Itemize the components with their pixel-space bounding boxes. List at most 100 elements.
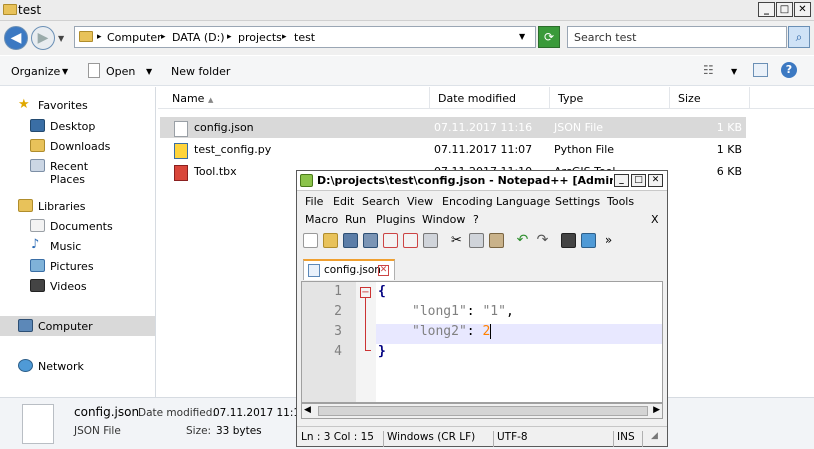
menu-close-document[interactable]: X [651,213,659,226]
file-row-test-config-py[interactable]: test_config.py 07.11.2017 11:07 Python F… [160,139,746,160]
breadcrumb-test[interactable]: test [294,31,315,44]
recent-pages-dropdown-icon[interactable]: ▼ [58,34,64,43]
menu-tools[interactable]: Tools [607,195,634,208]
help-icon[interactable]: ? [781,62,797,78]
code-editor[interactable]: 1 2 3 4 − { "long1": "1", "long2": 2 } [301,281,663,403]
np-maximize-button[interactable]: □ [631,174,646,187]
sort-ascending-icon: ▲ [207,96,214,104]
breadcrumb-drive[interactable]: DATA (D:) [172,31,225,44]
menu-window[interactable]: Window [422,213,465,226]
breadcrumb-separator-icon: ▸ [282,32,287,42]
scroll-left-icon[interactable]: ◀ [304,405,311,415]
json-colon: : [466,304,483,319]
text-cursor [490,324,492,339]
fold-collapse-icon[interactable]: − [360,287,371,298]
close-all-icon[interactable] [403,233,418,248]
breadcrumb-computer[interactable]: Computer [107,31,162,44]
breadcrumb-separator-icon: ▸ [97,32,102,42]
save-icon[interactable] [343,233,358,248]
file-type: Python File [554,143,615,156]
breadcrumb-projects[interactable]: projects [238,31,282,44]
file-size: 1 KB [716,121,742,134]
menu-language[interactable]: Language [496,195,550,208]
file-row-config-json[interactable]: config.json 07.11.2017 11:16 JSON File 1… [160,117,746,138]
status-insert-mode: INS [617,431,635,443]
more-tools-icon[interactable]: » [601,233,616,248]
maximize-button[interactable]: □ [776,2,793,17]
np-menubar-row1: File Edit Search View Encoding Language … [297,192,667,210]
line-number: 4 [334,344,342,359]
close-file-icon[interactable] [383,233,398,248]
minimize-button[interactable]: _ [758,2,775,17]
menu-run[interactable]: Run [345,213,366,226]
back-button[interactable]: ◀ [4,26,28,50]
forward-button[interactable]: ▶ [31,26,55,50]
column-date-modified[interactable]: Date modified [430,87,550,109]
json-comma: , [505,304,514,319]
menu-plugins[interactable]: Plugins [376,213,415,226]
tab-close-icon[interactable]: ✕ [378,265,389,276]
column-type[interactable]: Type [550,87,670,109]
menu-edit[interactable]: Edit [333,195,354,208]
tab-label: config.json [324,264,381,276]
menu-help[interactable]: ? [473,213,479,226]
undo-icon[interactable]: ↶ [515,233,530,248]
find-icon[interactable] [561,233,576,248]
menu-search[interactable]: Search [362,195,400,208]
print-icon[interactable] [423,233,438,248]
menu-macro[interactable]: Macro [305,213,338,226]
resize-grip-icon[interactable]: ◢ [651,431,658,441]
open-file-icon[interactable] [323,233,338,248]
folder-icon [3,4,17,15]
explorer-titlebar: test _ □ ✕ [0,0,814,21]
breadcrumb-separator-icon: ▸ [227,32,232,42]
replace-icon[interactable] [581,233,596,248]
scroll-right-icon[interactable]: ▶ [653,405,660,415]
copy-icon[interactable] [469,233,484,248]
search-icon[interactable]: ⌕ [788,26,810,48]
new-folder-button[interactable]: New folder [171,65,230,78]
horizontal-scrollbar[interactable]: ◀ ▶ [301,403,663,419]
search-input[interactable]: Search test [567,26,787,48]
preview-pane-icon[interactable] [753,63,768,77]
refresh-button[interactable]: ⟳ [538,26,560,48]
file-name: config.json [194,121,254,134]
command-bar: Organize ▼ Open ▼ New folder ☷ ▼ ? [0,56,814,86]
column-name[interactable]: Name ▲ [164,87,430,109]
address-field[interactable]: ▸ Computer ▸ DATA (D:) ▸ projects ▸ test… [74,26,536,48]
file-name: Tool.tbx [194,165,237,178]
organize-button[interactable]: Organize [11,65,60,78]
menu-encoding[interactable]: Encoding [442,195,493,208]
redo-icon[interactable]: ↷ [535,233,550,248]
menu-settings[interactable]: Settings [555,195,600,208]
menu-file[interactable]: File [305,195,323,208]
details-date-label: Date modified: [138,407,216,419]
chevron-down-icon[interactable]: ▼ [146,67,152,76]
column-size[interactable]: Size [670,87,750,109]
save-all-icon[interactable] [363,233,378,248]
chevron-down-icon[interactable]: ▼ [731,67,737,76]
fold-margin: − [356,282,376,402]
scroll-thumb[interactable] [318,406,648,416]
np-minimize-button[interactable]: _ [614,174,629,187]
file-name: test_config.py [194,143,272,156]
code-line-2: "long1": "1", [412,304,514,319]
paste-icon[interactable] [489,233,504,248]
menu-view[interactable]: View [407,195,433,208]
videos-icon [30,279,45,292]
line-number: 1 [334,284,342,299]
view-options-icon[interactable]: ☷ [703,63,714,77]
tab-config-json[interactable]: config.json ✕ [303,259,395,280]
file-size: 6 KB [716,165,742,178]
cut-icon[interactable]: ✂ [449,233,464,248]
file-list-header: Name ▲ Date modified Type Size [158,87,814,109]
close-button[interactable]: ✕ [794,2,811,17]
star-icon: ★ [18,97,30,112]
np-close-button[interactable]: ✕ [648,174,663,187]
network-icon [18,359,33,372]
address-dropdown-icon[interactable]: ▼ [519,32,525,41]
status-encoding: UTF-8 [497,431,528,443]
open-button[interactable]: Open [106,65,135,78]
details-filename: config.json [74,405,140,419]
new-file-icon[interactable] [303,233,318,248]
